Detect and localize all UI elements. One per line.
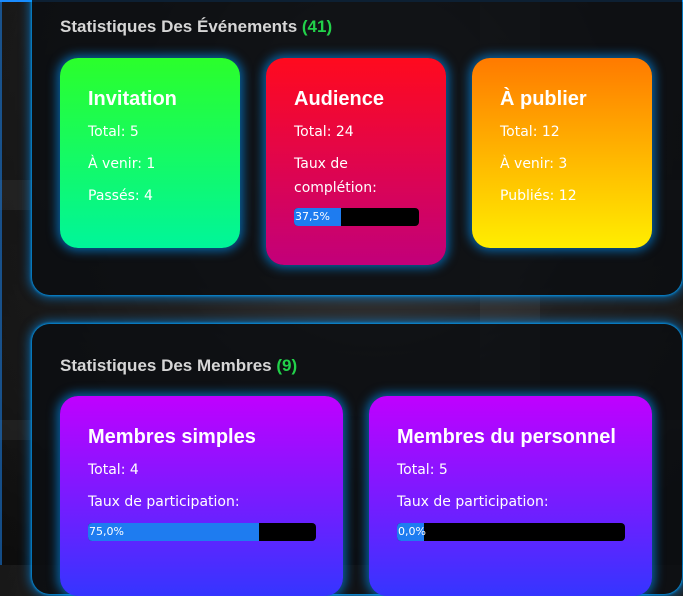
staff-members-card: Membres du personnel Total: 5 Taux de pa…: [369, 396, 652, 596]
audience-rate-label-2: complétion:: [294, 180, 377, 196]
to-publish-title: À publier: [500, 88, 587, 110]
events-stats-title-text: Statistiques Des Événements: [60, 17, 298, 36]
audience-rate-label-1: Taux de: [294, 156, 348, 172]
to-publish-published: Publiés: 12: [500, 188, 577, 204]
staff-members-total: Total: 5: [397, 462, 448, 478]
invitation-past: Passés: 4: [88, 188, 153, 204]
simple-members-progress-bar: 75,0%: [88, 523, 316, 541]
to-publish-total: Total: 12: [500, 124, 560, 140]
events-count: (41): [301, 17, 333, 36]
invitation-upcoming: À venir: 1: [88, 156, 156, 172]
invitation-total: Total: 5: [88, 124, 139, 140]
events-stats-title: Statistiques Des Événements (41): [60, 17, 332, 37]
audience-card: Audience Total: 24 Taux de complétion: 3…: [266, 58, 446, 265]
window-left-border: [0, 0, 2, 565]
invitation-title: Invitation: [88, 88, 177, 110]
staff-members-title: Membres du personnel: [397, 426, 616, 448]
simple-members-title: Membres simples: [88, 426, 256, 448]
staff-members-progress-bar: 0,0%: [397, 523, 625, 541]
to-publish-card: À publier Total: 12 À venir: 3 Publiés: …: [472, 58, 652, 248]
simple-members-rate-label: Taux de participation:: [88, 494, 240, 510]
members-count: (9): [276, 356, 298, 375]
staff-members-progress-text: 0,0%: [398, 525, 426, 538]
staff-members-rate-label: Taux de participation:: [397, 494, 549, 510]
audience-title: Audience: [294, 88, 385, 110]
audience-progress-text: 37,5%: [295, 210, 330, 223]
simple-members-card: Membres simples Total: 4 Taux de partici…: [60, 396, 343, 596]
members-stats-title: Statistiques Des Membres (9): [60, 356, 297, 376]
audience-total: Total: 24: [294, 124, 354, 140]
members-stats-title-text: Statistiques Des Membres: [60, 356, 272, 375]
simple-members-total: Total: 4: [88, 462, 139, 478]
to-publish-upcoming: À venir: 3: [500, 156, 568, 172]
invitation-card: Invitation Total: 5 À venir: 1 Passés: 4: [60, 58, 240, 248]
simple-members-progress-text: 75,0%: [89, 525, 124, 538]
audience-progress-bar: 37,5%: [294, 208, 419, 226]
